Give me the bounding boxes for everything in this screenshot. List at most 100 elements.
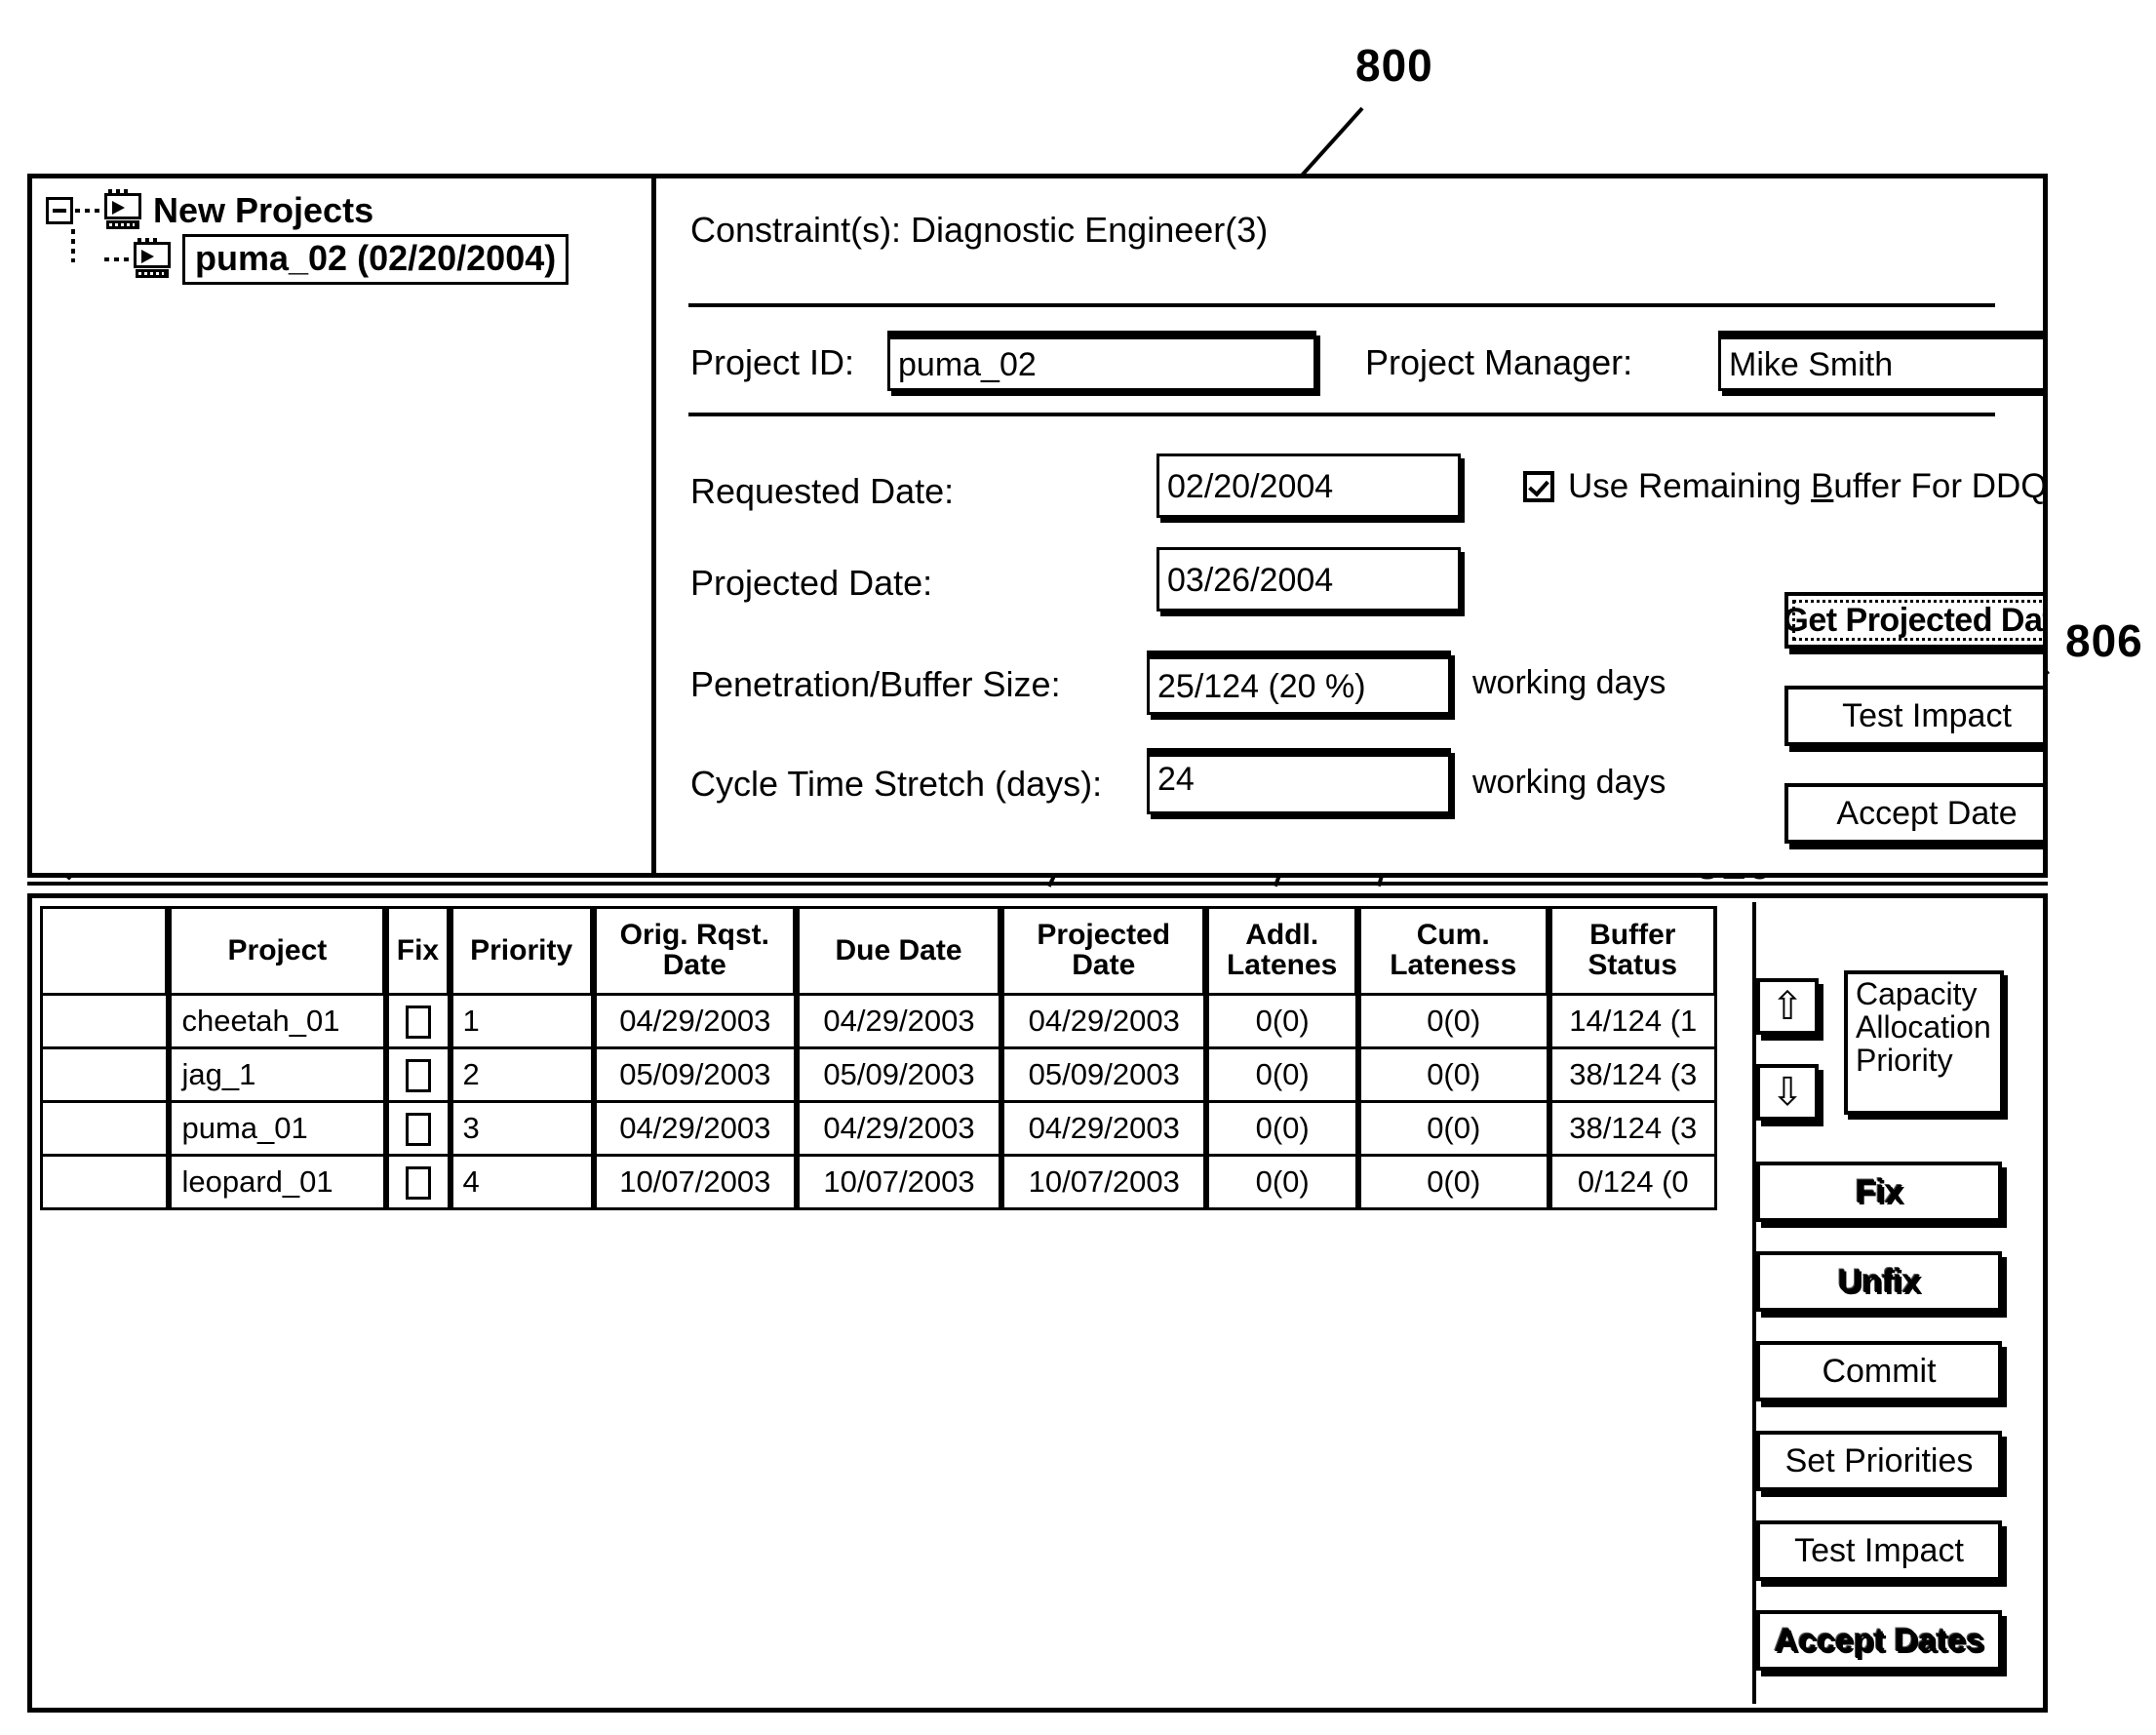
cell-projected-date: 04/29/2003: [1001, 996, 1207, 1049]
cell-orig-rqst-date: 10/07/2003: [593, 1157, 797, 1210]
table-row[interactable]: jag_1 2 05/09/2003 05/09/2003 05/09/2003…: [40, 1049, 1717, 1103]
cell-buffer-status: 38/124 (3: [1548, 1103, 1717, 1157]
cell-priority: 4: [450, 1157, 594, 1210]
project-manager-input[interactable]: Mike Smith: [1718, 331, 2043, 391]
cell-addl-lateness: 0(0): [1206, 1157, 1358, 1210]
table-row[interactable]: leopard_01 4 10/07/2003 10/07/2003 10/07…: [40, 1157, 1717, 1210]
col-header-project[interactable]: Project: [169, 906, 387, 996]
move-priority-up-button[interactable]: ⇧: [1756, 978, 1819, 1035]
project-id-input[interactable]: puma_02: [887, 331, 1316, 391]
fix-checkbox[interactable]: [405, 1006, 431, 1040]
cell-due-date: 10/07/2003: [796, 1157, 1002, 1210]
row-selector-cell[interactable]: [40, 1103, 170, 1157]
cycle-time-stretch-input[interactable]: 24: [1147, 748, 1451, 814]
grid-tools-column: ⇧ ⇩ Capacity Allocation Priority Fix Unf…: [1743, 906, 2035, 1698]
tree-connector-dots-child: [104, 257, 130, 261]
cell-fix[interactable]: [386, 996, 451, 1049]
cell-cum-lateness: 0(0): [1357, 1103, 1549, 1157]
cell-buffer-status: 0/124 (0: [1548, 1157, 1717, 1210]
ref-numeral-806: 806: [2065, 615, 2143, 666]
test-impact-button-grid[interactable]: Test Impact: [1756, 1520, 2002, 1581]
cell-due-date: 04/29/2003: [796, 1103, 1002, 1157]
project-detail-pane: Constraint(s): Diagnostic Engineer(3) Pr…: [661, 178, 2043, 873]
figure-canvas: 800 802 804 806 808 810 812 814 816: [0, 0, 2156, 1735]
cell-project: puma_01: [169, 1103, 387, 1157]
test-impact-button[interactable]: Test Impact: [1784, 686, 2043, 746]
use-remaining-buffer-checkbox-row[interactable]: Use Remaining Buffer For DDQ: [1523, 467, 2043, 506]
fix-checkbox[interactable]: [405, 1166, 431, 1201]
col-header-cum-lateness[interactable]: Cum. Lateness: [1357, 906, 1549, 996]
cell-orig-rqst-date: 05/09/2003: [593, 1049, 797, 1103]
project-grid-area: Project Fix Priority Orig. Rqst. Date Du…: [40, 906, 1737, 1698]
row-selector-cell[interactable]: [40, 996, 170, 1049]
window-bevel-1: [27, 882, 2048, 886]
project-tree: New Projects puma_02 (02/20/2004): [46, 186, 631, 285]
accept-date-button[interactable]: Accept Date: [1784, 783, 2043, 844]
cell-due-date: 04/29/2003: [796, 996, 1002, 1049]
constraint-text: Constraint(s): Diagnostic Engineer(3): [690, 210, 1269, 250]
cell-projected-date: 05/09/2003: [1001, 1049, 1207, 1103]
table-body: cheetah_01 1 04/29/2003 04/29/2003 04/29…: [40, 996, 1717, 1210]
penetration-units-label: working days: [1472, 664, 1666, 701]
cell-fix[interactable]: [386, 1157, 451, 1210]
collapse-minus-icon[interactable]: [46, 197, 73, 224]
col-header-fix[interactable]: Fix: [386, 906, 451, 996]
project-manager-label: Project Manager:: [1365, 342, 1633, 382]
cycle-time-stretch-label: Cycle Time Stretch (days):: [690, 764, 1103, 804]
tree-node-puma-02[interactable]: puma_02 (02/20/2004): [102, 234, 631, 285]
penetration-buffer-input[interactable]: 25/124 (20 %): [1147, 651, 1451, 715]
tree-node-new-projects[interactable]: New Projects: [46, 186, 631, 262]
cell-buffer-status: 38/124 (3: [1548, 1049, 1717, 1103]
fix-checkbox[interactable]: [405, 1113, 431, 1147]
col-header-addl-lateness[interactable]: Addl. Latenes: [1206, 906, 1358, 996]
projected-date-label: Projected Date:: [690, 563, 933, 603]
checkbox-checked-icon[interactable]: [1523, 471, 1554, 502]
get-projected-date-button[interactable]: Get Projected Date: [1784, 592, 2043, 649]
tree-node-label-selected: puma_02 (02/20/2004): [182, 234, 569, 285]
cell-addl-lateness: 0(0): [1206, 996, 1358, 1049]
project-detail-window: New Projects puma_02 (02/20/2004) Constr…: [27, 174, 2048, 878]
cell-projected-date: 10/07/2003: [1001, 1157, 1207, 1210]
col-header-priority[interactable]: Priority: [450, 906, 594, 996]
cell-fix[interactable]: [386, 1103, 451, 1157]
table-row[interactable]: puma_01 3 04/29/2003 04/29/2003 04/29/20…: [40, 1103, 1717, 1157]
table-header-row: Project Fix Priority Orig. Rqst. Date Du…: [40, 906, 1717, 996]
table-row[interactable]: cheetah_01 1 04/29/2003 04/29/2003 04/29…: [40, 996, 1717, 1049]
move-priority-down-button[interactable]: ⇩: [1756, 1064, 1819, 1121]
col-header-select[interactable]: [40, 906, 170, 996]
requested-date-input[interactable]: 02/20/2004: [1156, 453, 1461, 518]
cell-project: jag_1: [169, 1049, 387, 1103]
set-priorities-button[interactable]: Set Priorities: [1756, 1431, 2002, 1491]
cell-cum-lateness: 0(0): [1357, 1157, 1549, 1210]
fix-button[interactable]: Fix: [1756, 1162, 2002, 1222]
tree-node-label: New Projects: [153, 190, 374, 230]
cell-due-date: 05/09/2003: [796, 1049, 1002, 1103]
tree-elbow-connector: [71, 229, 75, 262]
requested-date-label: Requested Date:: [690, 471, 955, 511]
cell-orig-rqst-date: 04/29/2003: [593, 996, 797, 1049]
fix-checkbox[interactable]: [405, 1059, 431, 1093]
cell-orig-rqst-date: 04/29/2003: [593, 1103, 797, 1157]
project-grid-window: Project Fix Priority Orig. Rqst. Date Du…: [27, 893, 2048, 1713]
cell-project: leopard_01: [169, 1157, 387, 1210]
cell-priority: 1: [450, 996, 594, 1049]
row-selector-cell[interactable]: [40, 1049, 170, 1103]
col-header-buffer-status[interactable]: Buffer Status: [1548, 906, 1717, 996]
cell-cum-lateness: 0(0): [1357, 1049, 1549, 1103]
cell-fix[interactable]: [386, 1049, 451, 1103]
cell-priority: 3: [450, 1103, 594, 1157]
col-header-due-date[interactable]: Due Date: [796, 906, 1002, 996]
cell-project: cheetah_01: [169, 996, 387, 1049]
commit-button[interactable]: Commit: [1756, 1341, 2002, 1401]
col-header-orig-rqst-date[interactable]: Orig. Rqst. Date: [593, 906, 797, 996]
divider-rule-top: [688, 303, 1995, 307]
row-selector-cell[interactable]: [40, 1157, 170, 1210]
folder-icon: [132, 238, 175, 279]
project-tree-pane: New Projects puma_02 (02/20/2004): [32, 178, 656, 873]
col-header-projected-date[interactable]: Projected Date: [1001, 906, 1207, 996]
unfix-button[interactable]: Unfix: [1756, 1251, 2002, 1312]
project-grid-table: Project Fix Priority Orig. Rqst. Date Du…: [40, 906, 1717, 1210]
cell-priority: 2: [450, 1049, 594, 1103]
accept-dates-button[interactable]: Accept Dates: [1756, 1610, 2002, 1671]
projected-date-input[interactable]: 03/26/2004: [1156, 547, 1461, 611]
